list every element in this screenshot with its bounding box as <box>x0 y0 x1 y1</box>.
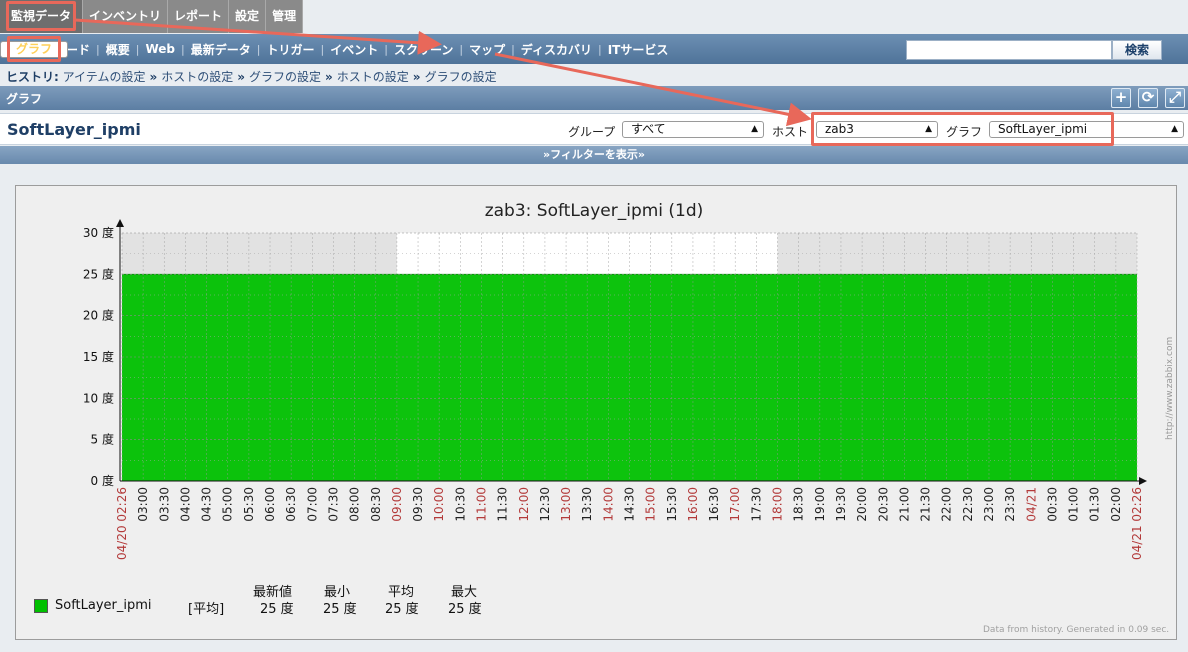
refresh-icon[interactable]: ⟳ <box>1138 88 1158 108</box>
breadcrumb-separator: » <box>412 70 421 84</box>
submenu-maps[interactable]: マップ <box>463 41 511 58</box>
filter-label: フィルターを表示 <box>550 148 638 161</box>
submenu-latest-data[interactable]: 最新データ <box>185 41 257 58</box>
fullscreen-icon[interactable]: ⤢ <box>1165 88 1185 108</box>
graph-title: zab3: SoftLayer_ipmi (1d) <box>484 201 704 221</box>
group-select[interactable]: すべて ▲ <box>622 121 764 138</box>
add-icon[interactable]: + <box>1111 88 1131 108</box>
group-select-value: すべて <box>631 122 666 136</box>
menu-monitoring[interactable]: 監視データ <box>0 0 84 33</box>
group-label: グループ <box>568 125 616 139</box>
select-arrows-icon: ▲ <box>751 124 758 134</box>
graph-panel <box>15 185 1177 640</box>
legend-function: [平均] <box>188 602 225 617</box>
legend-value-min: 25 度 <box>323 602 357 617</box>
host-label: ホスト <box>772 125 809 139</box>
submenu-triggers[interactable]: トリガー <box>260 41 320 58</box>
breadcrumb-item[interactable]: ホストの設定 <box>161 70 233 84</box>
breadcrumb-separator: » <box>237 70 245 84</box>
submenu-screens[interactable]: スクリーン <box>388 41 459 58</box>
legend-value-avg: 25 度 <box>385 602 419 617</box>
submenu-web[interactable]: Web <box>139 42 181 56</box>
submenu-it-services[interactable]: ITサービス <box>602 41 675 58</box>
submenu-discovery[interactable]: ディスカバリ <box>515 41 598 58</box>
legend-value-max: 25 度 <box>448 602 482 617</box>
section-title: グラフ <box>6 92 43 106</box>
chevron-down-icon: » <box>637 148 645 161</box>
filter-toggle[interactable]: »フィルターを表示» <box>0 146 1188 164</box>
select-arrows-icon: ▲ <box>1171 124 1178 134</box>
submenu-events[interactable]: イベント <box>324 41 384 58</box>
search-input[interactable] <box>906 40 1112 60</box>
breadcrumb: ヒストリ: アイテムの設定» ホストの設定» グラフの設定» ホストの設定» グラフの設… <box>6 68 497 85</box>
zabbix-watermark: http://www.zabbix.com <box>1165 336 1175 440</box>
breadcrumb-item[interactable]: グラフの設定 <box>425 70 497 84</box>
legend-series-name: SoftLayer_ipmi <box>55 598 152 613</box>
breadcrumb-separator: » <box>149 70 158 84</box>
legend-value-last: 25 度 <box>260 602 294 617</box>
menu-monitoring-label: 監視データ <box>6 1 77 31</box>
breadcrumb-label: ヒストリ: <box>6 70 59 84</box>
submenu-graphs-label: グラフ <box>7 36 62 62</box>
submenu-graphs[interactable]: グラフ <box>0 36 69 62</box>
menu-administration[interactable]: 管理 <box>266 0 304 33</box>
breadcrumb-item[interactable]: ホストの設定 <box>337 70 409 84</box>
menu-inventory[interactable]: インベントリ <box>83 0 169 33</box>
zabbix-graph-page: 監視データ インベントリ レポート 設定 管理 ダッシュボード| 概要| Web… <box>0 0 1188 652</box>
search-button[interactable]: 検索 <box>1112 40 1162 60</box>
section-header: グラフ + ⟳ ⤢ <box>0 86 1188 110</box>
legend-swatch <box>34 599 48 613</box>
breadcrumb-item[interactable]: グラフの設定 <box>249 70 321 84</box>
menu-reports[interactable]: レポート <box>168 0 230 33</box>
host-graph-highlight <box>811 112 1114 146</box>
page-title: SoftLayer_ipmi <box>7 120 141 139</box>
graph-footnote: Data from history. Generated in 0.09 sec… <box>983 625 1170 635</box>
breadcrumb-item[interactable]: アイテムの設定 <box>63 70 146 84</box>
breadcrumb-separator: » <box>325 70 333 84</box>
main-menu: 監視データ インベントリ レポート 設定 管理 <box>0 0 304 33</box>
submenu-overview[interactable]: 概要 <box>100 41 136 58</box>
menu-configuration[interactable]: 設定 <box>229 0 267 33</box>
